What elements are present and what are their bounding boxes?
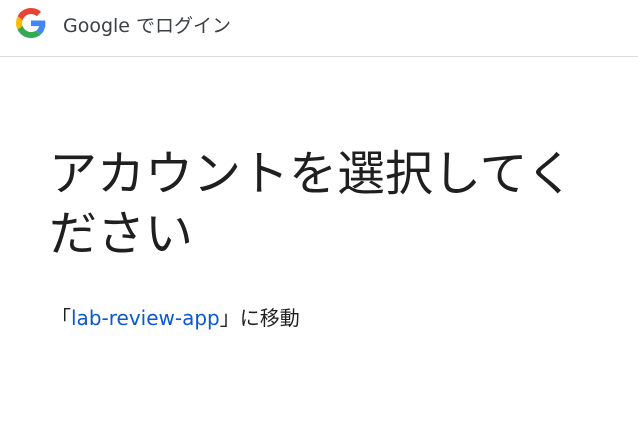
google-g-icon — [16, 8, 46, 38]
top-bar-title: Google でログイン — [63, 15, 232, 37]
sign-in-page: Google でログイン アカウントを選択してください 「lab-review-… — [0, 0, 638, 446]
close-bracket: 」 — [219, 306, 240, 330]
top-bar: Google でログイン — [0, 0, 638, 57]
open-bracket: 「 — [51, 306, 71, 330]
page-title: アカウントを選択してください — [49, 146, 575, 262]
subtitle-suffix: に移動 — [239, 306, 300, 330]
subtitle: 「lab-review-app」に移動 — [51, 302, 300, 331]
app-name-link[interactable]: lab-review-app — [71, 306, 220, 330]
